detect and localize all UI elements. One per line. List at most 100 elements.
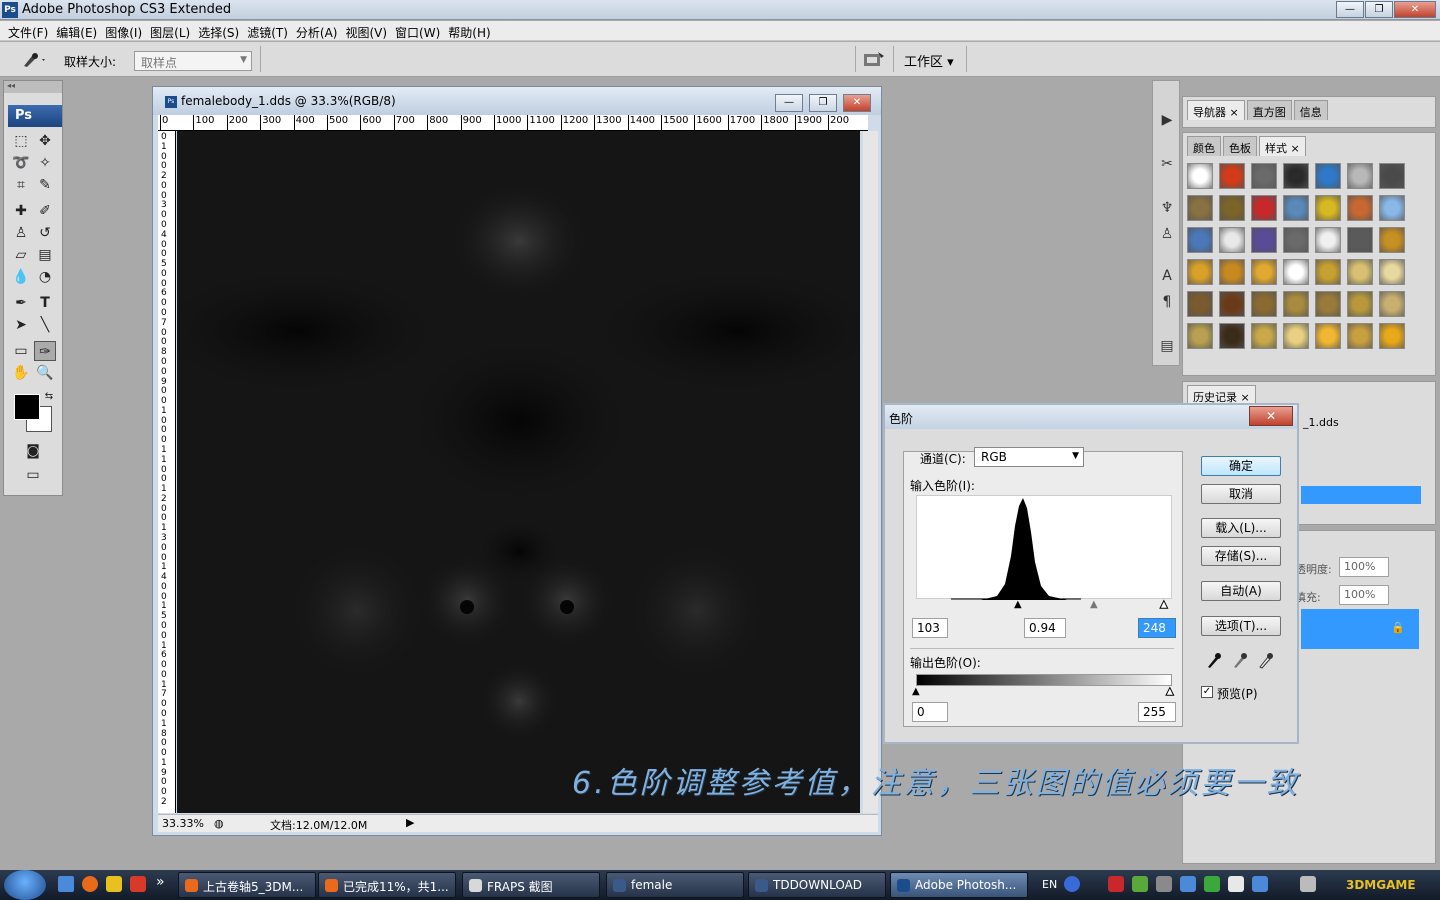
shield-icon[interactable] [1204, 876, 1220, 892]
show-desktop-icon[interactable] [58, 876, 74, 892]
task-button[interactable]: female [606, 872, 744, 898]
task-button[interactable]: FRAPS 截图 [462, 872, 600, 898]
style-swatch[interactable] [1315, 195, 1341, 221]
style-swatch[interactable] [1251, 163, 1277, 189]
levels-close-button[interactable]: ✕ [1249, 406, 1293, 426]
crop-tool-icon[interactable]: ⌗ [10, 175, 32, 195]
style-swatch[interactable] [1219, 195, 1245, 221]
menu-image[interactable]: 图像(I) [103, 21, 148, 40]
menu-filter[interactable]: 滤镜(T) [245, 21, 294, 40]
tool-presets-icon[interactable]: ✂ [1156, 153, 1178, 175]
zoom-tool-icon[interactable]: 🔍 [34, 363, 56, 383]
style-swatch[interactable] [1219, 227, 1245, 253]
input-white-slider[interactable]: ▲ [1160, 599, 1169, 611]
dodge-tool-icon[interactable]: ◔ [34, 267, 56, 287]
notes-tool-icon[interactable]: ▭ [10, 341, 32, 361]
brush-palette-icon[interactable] [862, 50, 886, 70]
gradient-tool-icon[interactable]: ▤ [34, 245, 56, 265]
style-swatch[interactable] [1251, 323, 1277, 349]
style-swatch[interactable] [1187, 291, 1213, 317]
style-swatch[interactable] [1347, 259, 1373, 285]
menu-help[interactable]: 帮助(H) [446, 21, 496, 40]
character-panel-icon[interactable]: A [1156, 265, 1178, 287]
tray-app-icon[interactable] [1180, 876, 1196, 892]
input-slider-track[interactable]: ▲ ▲ ▲ [916, 599, 1172, 611]
type-tool-icon[interactable]: T [34, 293, 56, 313]
menu-analysis[interactable]: 分析(A) [294, 21, 344, 40]
history-state-selected[interactable] [1301, 486, 1421, 504]
menu-edit[interactable]: 编辑(E) [54, 21, 103, 40]
menu-view[interactable]: 视图(V) [343, 21, 393, 40]
language-indicator[interactable]: EN [1042, 878, 1057, 891]
image-canvas[interactable] [177, 131, 860, 813]
status-info-icon[interactable]: ◍ [214, 817, 224, 830]
preview-checkbox[interactable]: ✓ [1201, 686, 1213, 698]
document-close-button[interactable]: ✕ [843, 94, 871, 112]
task-button[interactable]: 上古卷轴5_3DM... [178, 872, 316, 898]
qq-icon[interactable] [130, 876, 146, 892]
clone-source-icon[interactable]: ♙ [1156, 223, 1178, 245]
history-brush-icon[interactable]: ↺ [34, 223, 56, 243]
document-restore-button[interactable]: ❐ [809, 94, 837, 112]
blur-tool-icon[interactable]: 💧 [10, 267, 32, 287]
tab-histogram[interactable]: 直方图 [1246, 100, 1292, 120]
quick-mask-icon[interactable]: ◙ [22, 441, 44, 461]
minimize-button[interactable]: — [1336, 1, 1364, 18]
style-swatch[interactable] [1315, 291, 1341, 317]
style-swatch[interactable] [1347, 163, 1373, 189]
style-swatch[interactable] [1379, 323, 1405, 349]
shield-icon[interactable] [1252, 876, 1268, 892]
brush-tool-icon[interactable]: ✐ [34, 201, 56, 221]
style-swatch[interactable] [1315, 323, 1341, 349]
restore-button[interactable]: ❐ [1365, 1, 1393, 18]
style-swatch[interactable] [1315, 227, 1341, 253]
tray-app-icon[interactable] [1108, 876, 1124, 892]
eyedropper-tool-icon[interactable] [18, 50, 48, 70]
security-icon[interactable] [106, 876, 122, 892]
ok-button[interactable]: 确定 [1201, 456, 1281, 476]
style-swatch[interactable] [1347, 227, 1373, 253]
style-swatch[interactable] [1379, 291, 1405, 317]
style-swatch[interactable] [1379, 259, 1405, 285]
style-swatch[interactable] [1219, 323, 1245, 349]
style-swatch[interactable] [1219, 291, 1245, 317]
workspace-menu[interactable]: 工作区 ▾ [904, 51, 954, 70]
options-button[interactable]: 选项(T)... [1201, 616, 1281, 636]
output-black-slider[interactable]: ▲ [912, 686, 920, 697]
opacity-value[interactable]: 100% [1339, 557, 1389, 577]
tab-styles[interactable]: 样式 × [1259, 136, 1306, 156]
style-swatch[interactable] [1187, 227, 1213, 253]
magic-wand-icon[interactable]: ✧ [34, 153, 56, 173]
load-button[interactable]: 载入(L)... [1201, 518, 1281, 538]
tray-app-icon[interactable] [1228, 876, 1244, 892]
style-swatch[interactable] [1315, 259, 1341, 285]
style-swatch[interactable] [1379, 227, 1405, 253]
layer-row-selected[interactable]: 🔒 [1301, 609, 1419, 649]
start-button[interactable] [4, 870, 46, 900]
status-menu-arrow-icon[interactable]: ▶ [406, 816, 414, 829]
style-swatch[interactable] [1219, 163, 1245, 189]
cancel-button[interactable]: 取消 [1201, 484, 1281, 504]
actions-panel-icon[interactable]: ▶ [1156, 109, 1178, 131]
style-swatch[interactable] [1379, 163, 1405, 189]
style-swatch[interactable] [1283, 163, 1309, 189]
network-icon[interactable] [1156, 876, 1172, 892]
firefox-icon[interactable] [82, 876, 98, 892]
style-swatch[interactable] [1251, 195, 1277, 221]
style-swatch[interactable] [1251, 291, 1277, 317]
paragraph-panel-icon[interactable]: ¶ [1156, 291, 1178, 313]
output-black-field[interactable]: 0 [912, 702, 948, 722]
input-black-slider[interactable]: ▲ [1014, 599, 1022, 610]
menu-file[interactable]: 文件(F) [6, 21, 54, 40]
clone-stamp-icon[interactable]: ♙ [10, 223, 32, 243]
tab-swatches[interactable]: 色板 [1223, 136, 1257, 156]
volume-icon[interactable] [1300, 876, 1316, 892]
style-swatch[interactable] [1187, 323, 1213, 349]
auto-button[interactable]: 自动(A) [1201, 581, 1281, 601]
lasso-tool-icon[interactable]: ➰ [10, 153, 32, 173]
style-swatch[interactable] [1283, 323, 1309, 349]
sample-size-select[interactable]: 取样点 ▼ [134, 51, 252, 71]
eyedropper-tool-icon[interactable]: ✑ [34, 341, 56, 361]
menu-window[interactable]: 窗口(W) [393, 21, 446, 40]
output-white-slider[interactable]: ▲ [1166, 686, 1175, 698]
